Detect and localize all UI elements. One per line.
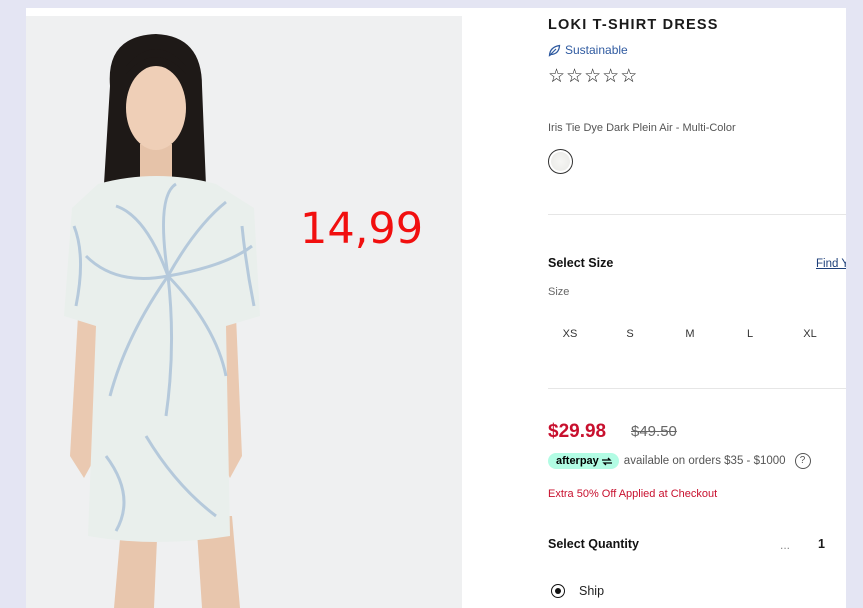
size-option-xs[interactable]: XS: [548, 328, 592, 340]
divider: [548, 388, 846, 389]
quantity-decrement-button[interactable]: ...: [780, 538, 790, 552]
divider: [548, 214, 846, 215]
color-swatch[interactable]: [548, 149, 573, 174]
size-option-m[interactable]: M: [668, 328, 712, 340]
star-icon: ☆: [584, 65, 602, 87]
original-price: $49.50: [631, 423, 677, 440]
size-option-l[interactable]: L: [728, 328, 772, 340]
model-illustration: [26, 16, 462, 608]
size-options: XS S M L XL: [548, 328, 846, 342]
leaf-icon: [548, 44, 561, 57]
ship-label: Ship: [579, 584, 605, 598]
afterpay-label: afterpay: [556, 455, 599, 467]
select-quantity-heading: Select Quantity: [548, 537, 639, 551]
afterpay-arrows-icon: [601, 457, 612, 465]
star-icon: ☆: [548, 65, 566, 87]
afterpay-badge[interactable]: afterpay: [548, 453, 619, 469]
help-icon[interactable]: ?: [794, 453, 811, 469]
product-page: 14,99 LOKI T-SHIRT DRESS Sustainable ☆ ☆…: [26, 8, 846, 608]
star-icon: ☆: [566, 65, 584, 87]
size-option-xl[interactable]: XL: [788, 328, 832, 340]
sustainable-label: Sustainable: [565, 43, 628, 57]
afterpay-text: available on orders $35 - $1000: [623, 455, 786, 467]
star-icon: ☆: [620, 65, 638, 87]
select-size-heading: Select Size: [548, 256, 614, 270]
overlay-price-annotation: 14,99: [300, 204, 424, 254]
color-name: Iris Tie Dye Dark Plein Air - Multi-Colo…: [548, 122, 736, 134]
ship-option[interactable]: Ship: [551, 584, 604, 598]
size-caption: Size: [548, 286, 570, 298]
find-your-size-link[interactable]: Find Y: [816, 258, 846, 270]
rating-stars[interactable]: ☆ ☆ ☆ ☆ ☆: [548, 66, 637, 86]
promo-text: Extra 50% Off Applied at Checkout: [548, 488, 718, 500]
ship-radio[interactable]: [551, 584, 565, 598]
afterpay-row: afterpay available on orders $35 - $1000…: [548, 453, 811, 469]
quantity-value[interactable]: 1: [818, 537, 825, 551]
size-option-s[interactable]: S: [608, 328, 652, 340]
star-icon: ☆: [602, 65, 620, 87]
sustainable-badge[interactable]: Sustainable: [548, 43, 628, 57]
product-info-panel: LOKI T-SHIRT DRESS Sustainable ☆ ☆ ☆ ☆ ☆…: [548, 8, 846, 608]
radio-dot-icon: [555, 588, 561, 594]
product-image[interactable]: 14,99: [26, 16, 462, 608]
product-title: LOKI T-SHIRT DRESS: [548, 17, 719, 33]
sale-price: $29.98: [548, 421, 607, 442]
